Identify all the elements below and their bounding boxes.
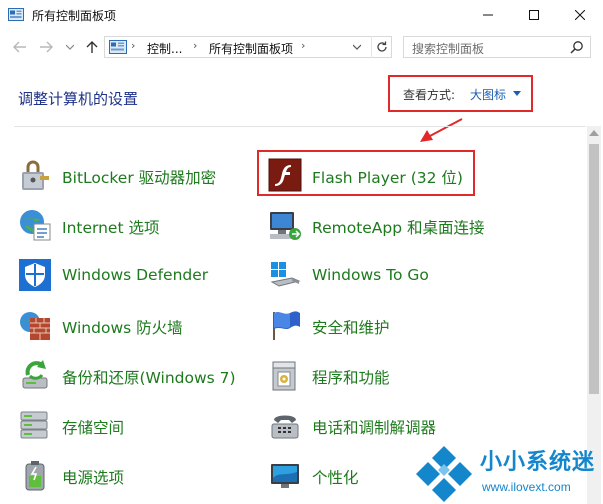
item-backup-restore[interactable]: 备份和还原(Windows 7) (18, 358, 258, 398)
item-label: 备份和还原(Windows 7) (62, 369, 236, 387)
security-maintenance-flag-icon (273, 311, 300, 340)
watermark-title: 小小系统迷 (480, 450, 596, 475)
breadcrumb-all-items[interactable]: 所有控制面板项 (209, 40, 293, 57)
windows-to-go-icon (270, 262, 301, 287)
back-arrow-icon (13, 41, 26, 53)
bitlocker-icon (22, 160, 49, 190)
item-power-options[interactable]: 电源选项 (18, 458, 258, 498)
item-internet-options[interactable]: Internet 选项 (18, 208, 258, 248)
backup-restore-icon (22, 360, 48, 389)
scroll-thumb[interactable] (589, 144, 599, 394)
forward-arrow-icon (40, 41, 53, 53)
close-button[interactable] (557, 0, 603, 30)
item-bitlocker[interactable]: BitLocker 驱动器加密 (18, 158, 258, 198)
item-label: BitLocker 驱动器加密 (62, 169, 217, 187)
page-title: 调整计算机的设置 (18, 90, 139, 108)
refresh-button[interactable] (371, 36, 392, 58)
item-label: RemoteApp 和桌面连接 (312, 219, 485, 237)
item-label: Internet 选项 (62, 219, 160, 237)
watermark: 小小系统迷 www.ilovext.com (408, 444, 598, 502)
item-label: 电源选项 (62, 469, 125, 487)
red-arrow-annotation (420, 118, 463, 142)
item-label: 安全和维护 (312, 319, 390, 337)
item-label: 个性化 (312, 469, 359, 487)
recent-locations-button[interactable] (60, 37, 80, 57)
item-label: 存储空间 (62, 419, 125, 437)
watermark-url: www.ilovext.com (482, 480, 571, 494)
title-bar: 所有控制面板项 (0, 0, 603, 30)
remoteapp-icon (270, 212, 301, 240)
chevron-down-icon[interactable] (513, 91, 521, 96)
item-windows-firewall[interactable]: Windows 防火墙 (18, 308, 258, 348)
address-history-button[interactable] (348, 36, 366, 58)
chevron-right-icon[interactable]: › (131, 39, 135, 52)
item-label: 程序和功能 (312, 369, 390, 387)
item-label: Windows 防火墙 (62, 319, 183, 337)
maximize-icon (529, 10, 539, 20)
close-icon (575, 10, 585, 20)
item-label: Windows To Go (312, 266, 429, 284)
chevron-right-icon[interactable]: › (301, 39, 305, 52)
view-by-label: 查看方式: (403, 88, 456, 102)
view-by-selector[interactable]: 查看方式: 大图标 (388, 75, 533, 112)
internet-options-icon (20, 210, 51, 241)
control-panel-icon (8, 8, 24, 21)
control-panel-icon (109, 40, 127, 54)
watermark-logo-icon (416, 446, 472, 502)
forward-button[interactable] (36, 37, 56, 57)
chevron-right-icon[interactable]: › (193, 39, 197, 52)
phone-modem-icon (271, 415, 299, 439)
item-storage-spaces[interactable]: 存储空间 (18, 408, 258, 448)
item-remoteapp[interactable]: RemoteApp 和桌面连接 (268, 208, 508, 248)
minimize-button[interactable] (465, 0, 511, 30)
view-by-value[interactable]: 大图标 (470, 86, 506, 103)
up-arrow-icon (86, 41, 98, 53)
firewall-icon (20, 312, 50, 340)
search-input[interactable]: 搜索控制面板 (403, 36, 591, 58)
refresh-icon (377, 41, 387, 52)
item-label: Flash Player (32 位) (312, 169, 463, 187)
breadcrumb-control-panel[interactable]: 控制... (147, 40, 182, 57)
item-windows-to-go[interactable]: Windows To Go (268, 258, 508, 298)
chevron-down-icon (353, 44, 361, 50)
item-security-maintenance[interactable]: 安全和维护 (268, 308, 508, 348)
windows-defender-icon (19, 259, 51, 291)
item-windows-defender[interactable]: Windows Defender (18, 258, 258, 298)
item-flash-player[interactable]: Flash Player (32 位) (268, 158, 508, 198)
window-title: 所有控制面板项 (32, 9, 117, 23)
scroll-up-icon[interactable] (589, 130, 599, 136)
programs-features-icon (272, 361, 296, 391)
item-label: Windows Defender (62, 266, 209, 284)
storage-spaces-icon (20, 411, 48, 439)
back-button[interactable] (10, 37, 30, 57)
personalization-icon (271, 464, 299, 488)
divider (14, 126, 586, 127)
up-button[interactable] (82, 37, 102, 57)
item-label: 电话和调制解调器 (312, 419, 437, 437)
item-phone-modem[interactable]: 电话和调制解调器 (268, 408, 508, 448)
minimize-icon (483, 14, 493, 16)
flash-player-icon (268, 158, 302, 192)
chevron-down-icon (66, 44, 74, 50)
search-icon (570, 41, 583, 54)
item-programs-features[interactable]: 程序和功能 (268, 358, 508, 398)
power-options-icon (25, 461, 45, 491)
maximize-button[interactable] (511, 0, 557, 30)
search-placeholder: 搜索控制面板 (412, 42, 485, 56)
